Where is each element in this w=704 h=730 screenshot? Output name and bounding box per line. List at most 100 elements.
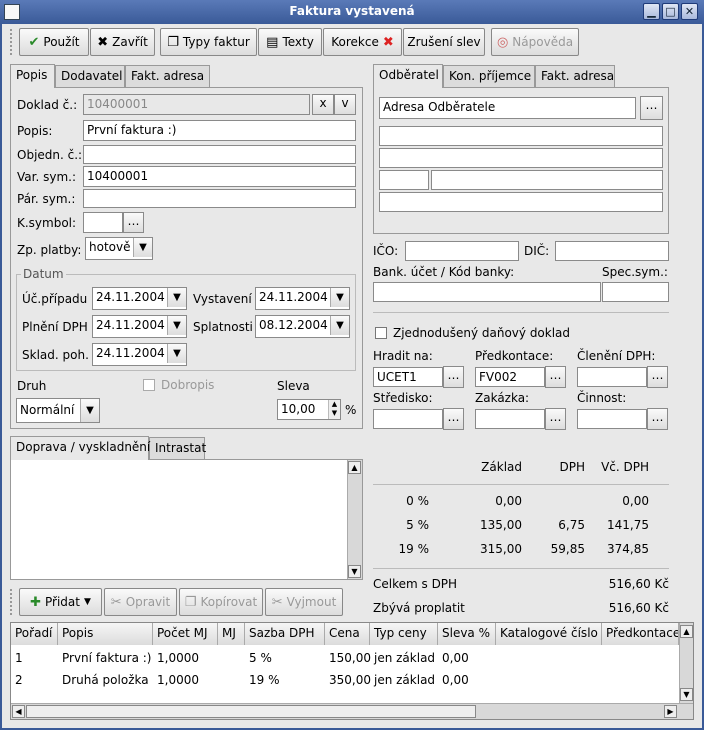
scroll-down-icon[interactable]: ▼ bbox=[348, 565, 361, 578]
invoice-types-button[interactable]: ❐ Typy faktur bbox=[160, 28, 257, 56]
minimize-button[interactable]: ▁ bbox=[643, 3, 660, 20]
ksymbol-browse-button[interactable]: … bbox=[123, 212, 144, 233]
copy-item-button[interactable]: ❐ Kopírovat bbox=[179, 588, 263, 616]
scroll-left-icon[interactable]: ◀ bbox=[12, 705, 25, 718]
stredisko-field[interactable] bbox=[373, 409, 443, 429]
scroll-up-icon[interactable]: ▲ bbox=[348, 461, 361, 474]
varsym-field[interactable]: 10400001 bbox=[83, 166, 356, 187]
objedn-field[interactable] bbox=[83, 145, 356, 164]
ksymbol-label: K.symbol: bbox=[17, 216, 77, 230]
hradit-browse-button[interactable]: … bbox=[443, 366, 464, 388]
scroll-right-icon[interactable]: ▶ bbox=[664, 705, 677, 718]
dobropis-checkbox[interactable] bbox=[143, 379, 155, 391]
items-toolbar-grip[interactable] bbox=[10, 589, 16, 615]
maximize-button[interactable]: □ bbox=[662, 3, 679, 20]
scroll-down-icon[interactable]: ▼ bbox=[680, 688, 693, 701]
cut-item-button[interactable]: ✂ Vyjmout bbox=[265, 588, 343, 616]
dobropis-label: Dobropis bbox=[161, 378, 215, 392]
splatnosti-date[interactable]: 08.12.2004 ▼ bbox=[255, 315, 350, 338]
correction-button[interactable]: Korekce ✖ bbox=[323, 28, 402, 56]
column-header-katalogove-cislo[interactable]: Katalogové číslo bbox=[496, 623, 602, 645]
use-button[interactable]: ✔ Použít bbox=[19, 28, 89, 56]
bank-account-field[interactable] bbox=[373, 282, 601, 302]
tab-doprava[interactable]: Doprava / vyskladnění bbox=[10, 436, 150, 460]
payment-method-select[interactable]: hotově ▼ bbox=[85, 237, 153, 260]
zakazka-browse-button[interactable]: … bbox=[545, 408, 566, 430]
close-button[interactable]: ✖ Zavřít bbox=[90, 28, 155, 56]
zip-field[interactable] bbox=[379, 170, 429, 190]
column-header-popis[interactable]: Popis bbox=[58, 623, 153, 645]
cinnost-browse-button[interactable]: … bbox=[647, 408, 668, 430]
address-line-2[interactable] bbox=[379, 126, 663, 146]
city-field[interactable] bbox=[431, 170, 663, 190]
plneni-dph-date[interactable]: 24.11.2004 ▼ bbox=[92, 315, 187, 338]
cinnost-field[interactable] bbox=[577, 409, 647, 429]
tab-kon-prijemce[interactable]: Kon. příjemce bbox=[443, 65, 535, 87]
table-row[interactable]: 2 Druhá položka 1,0000 19 % 350,00 jen z… bbox=[11, 670, 679, 691]
predkontace-field[interactable]: FV002 bbox=[475, 367, 545, 387]
doprava-text-area[interactable] bbox=[10, 459, 363, 580]
sklad-poh-date[interactable]: 24.11.2004 ▼ bbox=[92, 343, 187, 366]
cleneni-dph-browse-button[interactable]: … bbox=[647, 366, 668, 388]
tab-popis[interactable]: Popis bbox=[10, 64, 55, 88]
druh-select[interactable]: Normální ▼ bbox=[16, 398, 100, 423]
column-header-cena[interactable]: Cena bbox=[325, 623, 370, 645]
cleneni-dph-field[interactable] bbox=[577, 367, 647, 387]
tab-fakt-adresa-right[interactable]: Fakt. adresa bbox=[535, 65, 615, 87]
spinner-arrows-icon[interactable]: ▲ ▼ bbox=[328, 400, 340, 419]
scroll-up-icon[interactable]: ▲ bbox=[680, 625, 693, 638]
predkontace-browse-button[interactable]: … bbox=[545, 366, 566, 388]
toolbar-grip[interactable] bbox=[10, 29, 16, 55]
hradit-label: Hradit na: bbox=[373, 349, 433, 363]
remaining-label: Zbývá proplatit bbox=[373, 601, 465, 615]
add-item-button[interactable]: ✚ Přidat ▼ bbox=[19, 588, 102, 616]
vat-rate: 19 % bbox=[398, 542, 430, 556]
help-button[interactable]: ◎ Nápověda bbox=[491, 28, 579, 56]
address-line-3[interactable] bbox=[379, 148, 663, 168]
horizontal-scroll-thumb[interactable] bbox=[26, 705, 476, 718]
column-header-poradi[interactable]: Pořadí bbox=[11, 623, 58, 645]
parsym-field[interactable] bbox=[83, 189, 356, 208]
doklad-v-button[interactable]: v bbox=[334, 94, 356, 115]
table-row[interactable]: 1 První faktura :) 1,0000 5 % 150,00 jen… bbox=[11, 648, 679, 669]
customer-browse-button[interactable]: … bbox=[640, 96, 663, 120]
column-header-mj[interactable]: MJ bbox=[218, 623, 245, 645]
tab-fakt-adresa-left[interactable]: Fakt. adresa bbox=[125, 65, 210, 87]
column-header-typ-ceny[interactable]: Typ ceny bbox=[370, 623, 438, 645]
dic-label: DIČ: bbox=[524, 244, 550, 258]
stredisko-browse-button[interactable]: … bbox=[443, 408, 464, 430]
customer-address-field[interactable]: Adresa Odběratele bbox=[379, 97, 636, 119]
column-header-pocet-mj[interactable]: Počet MJ bbox=[153, 623, 218, 645]
vat-total: 0,00 bbox=[622, 494, 649, 508]
column-header-predkontace[interactable]: Předkontace bbox=[602, 623, 679, 645]
close-window-button[interactable]: ✕ bbox=[681, 3, 698, 20]
country-field[interactable] bbox=[379, 192, 663, 212]
spec-sym-field[interactable] bbox=[602, 282, 669, 302]
red-x-icon: ✖ bbox=[382, 34, 394, 50]
ico-label: IČO: bbox=[373, 244, 399, 258]
tab-intrastat[interactable]: Intrastat bbox=[149, 437, 206, 459]
vystaveni-date[interactable]: 24.11.2004 ▼ bbox=[255, 287, 350, 310]
tab-odberatel[interactable]: Odběratel bbox=[373, 64, 443, 88]
ksymbol-field[interactable] bbox=[83, 212, 123, 233]
column-header-sazba-dph[interactable]: Sazba DPH bbox=[245, 623, 325, 645]
zakazka-field[interactable] bbox=[475, 409, 545, 429]
simplified-checkbox[interactable] bbox=[375, 327, 387, 339]
ico-field[interactable] bbox=[405, 241, 519, 261]
plus-icon: ✚ bbox=[30, 594, 41, 610]
cancel-discounts-button[interactable]: Zrušení slev bbox=[403, 28, 485, 56]
hradit-field[interactable]: UCET1 bbox=[373, 367, 443, 387]
uc-pripadu-date[interactable]: 24.11.2004 ▼ bbox=[92, 287, 187, 310]
vystaveni-label: Vystavení bbox=[193, 292, 252, 306]
tab-dodavatel[interactable]: Dodavatel bbox=[55, 65, 125, 87]
druh-label: Druh bbox=[17, 379, 47, 393]
vat-amount: 6,75 bbox=[558, 518, 585, 532]
doprava-scrollbar[interactable] bbox=[347, 460, 362, 579]
doklad-field[interactable]: 10400001 bbox=[83, 94, 310, 115]
dic-field[interactable] bbox=[555, 241, 669, 261]
column-header-sleva[interactable]: Sleva % bbox=[438, 623, 496, 645]
edit-item-button[interactable]: ✂ Opravit bbox=[104, 588, 177, 616]
doklad-x-button[interactable]: x bbox=[312, 94, 334, 115]
texts-button[interactable]: ▤ Texty bbox=[258, 28, 322, 56]
popis-field[interactable]: První faktura :) bbox=[83, 120, 356, 141]
